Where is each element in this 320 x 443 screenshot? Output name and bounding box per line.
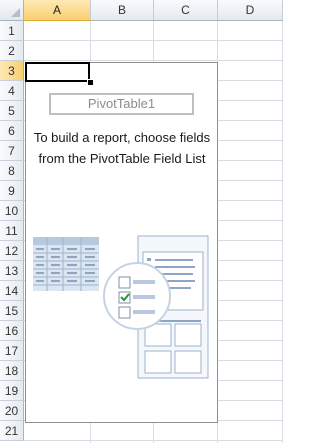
row-header-10[interactable]: 10 xyxy=(0,201,24,221)
row-header-15[interactable]: 15 xyxy=(0,301,24,321)
fill-handle[interactable] xyxy=(87,79,94,86)
row-header-7[interactable]: 7 xyxy=(0,141,24,161)
row-header-5[interactable]: 5 xyxy=(0,101,24,121)
row-header-17[interactable]: 17 xyxy=(0,341,24,361)
row-header-2[interactable]: 2 xyxy=(0,41,24,61)
row-header-6[interactable]: 6 xyxy=(0,121,24,141)
pivottable-name-label: PivotTable1 xyxy=(49,93,194,115)
row-header-19[interactable]: 19 xyxy=(0,381,24,401)
row-header-4[interactable]: 4 xyxy=(0,81,24,101)
column-header-a[interactable]: A xyxy=(24,0,91,21)
row-header-18[interactable]: 18 xyxy=(0,361,24,381)
row-header-21[interactable]: 21 xyxy=(0,421,24,441)
row-header-20[interactable]: 20 xyxy=(0,401,24,421)
row-header-16[interactable]: 16 xyxy=(0,321,24,341)
column-header-c[interactable]: C xyxy=(154,0,218,21)
pivot-table-illustration-icon xyxy=(33,235,209,379)
magnifier-icon xyxy=(103,262,171,330)
row-header-14[interactable]: 14 xyxy=(0,281,24,301)
active-cell-a3[interactable] xyxy=(25,62,90,82)
row-header-11[interactable]: 11 xyxy=(0,221,24,241)
spreadsheet: A B C D 1 2 3 4 5 6 7 8 9 10 11 12 13 14 15 16 17 18 19 20 2… xyxy=(0,0,283,443)
row-header-12[interactable]: 12 xyxy=(0,241,24,261)
row-header-1[interactable]: 1 xyxy=(0,21,24,41)
pivottable-instruction-text: To build a report, choose fields from th… xyxy=(33,130,211,166)
select-all-corner-icon xyxy=(11,8,20,17)
column-gridline xyxy=(282,21,283,443)
source-data-grid-icon xyxy=(33,237,99,291)
column-header-d[interactable]: D xyxy=(218,0,283,21)
row-header-8[interactable]: 8 xyxy=(0,161,24,181)
checkbox-empty-icon xyxy=(118,306,131,319)
select-all-button[interactable] xyxy=(0,0,24,21)
column-header-b[interactable]: B xyxy=(91,0,154,21)
row-header-3[interactable]: 3 xyxy=(0,61,24,81)
row-header-9[interactable]: 9 xyxy=(0,181,24,201)
row-header-13[interactable]: 13 xyxy=(0,261,24,281)
